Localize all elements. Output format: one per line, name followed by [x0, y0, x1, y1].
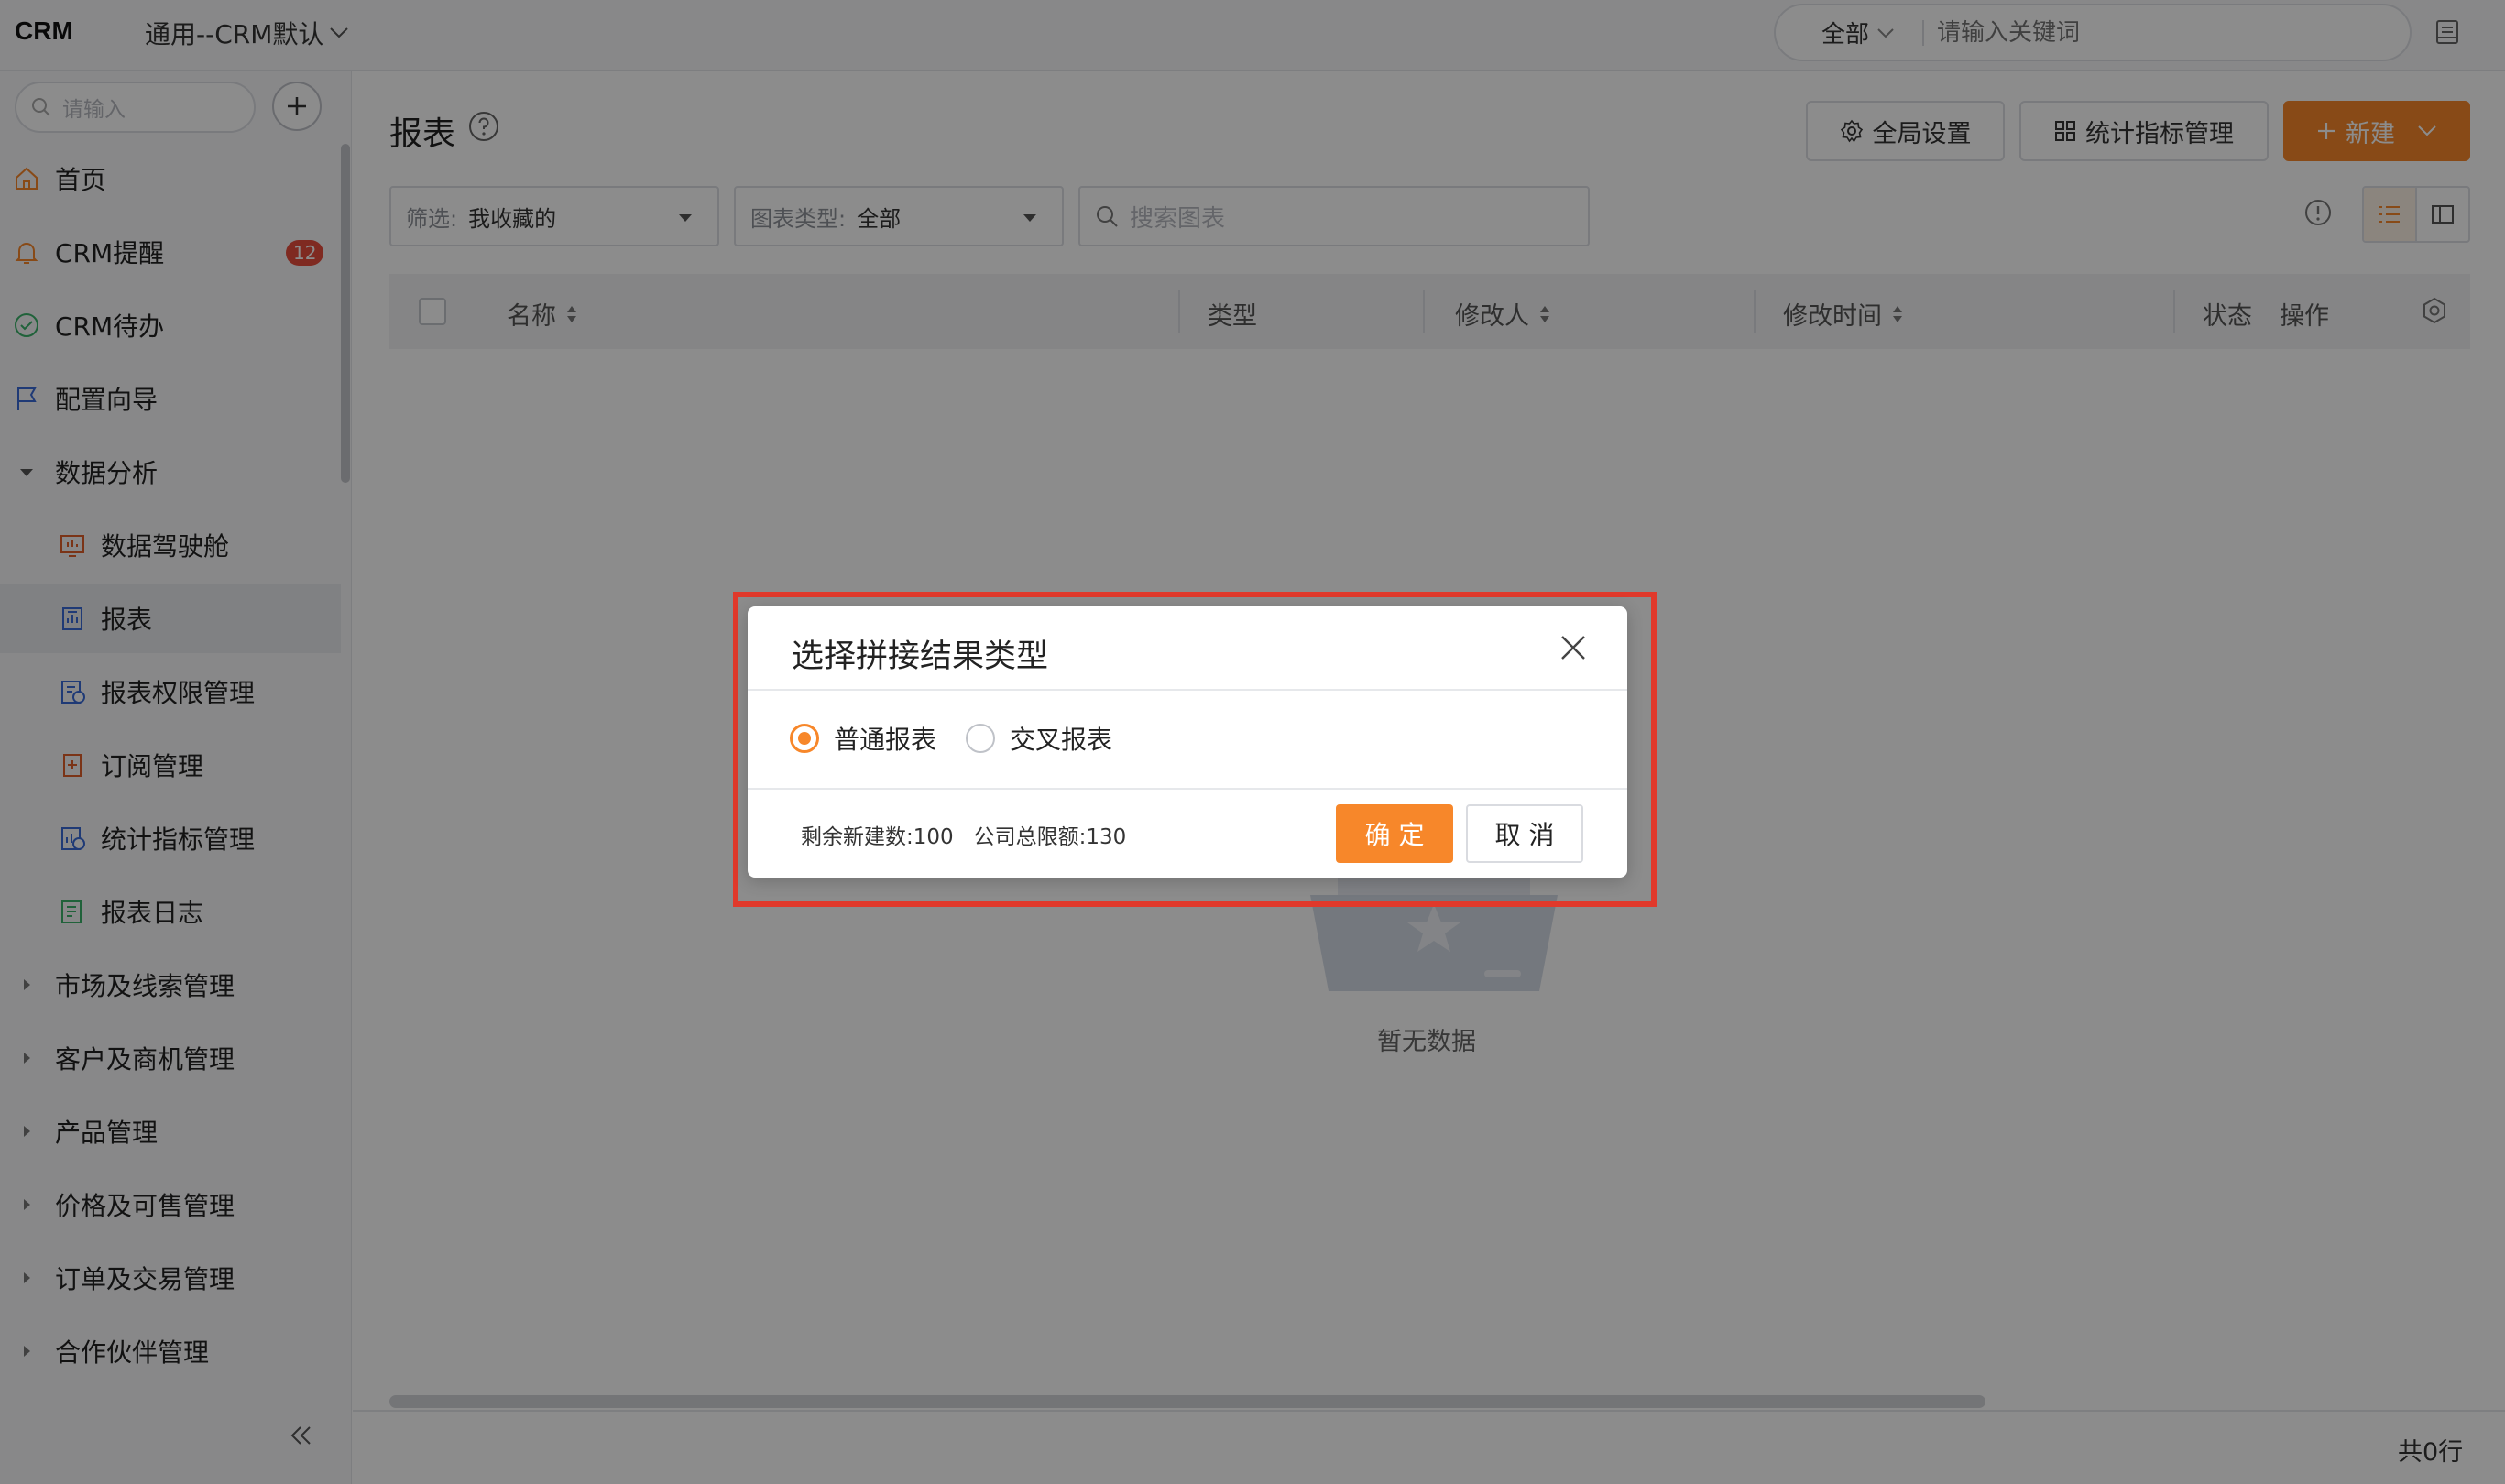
- close-icon[interactable]: [1558, 632, 1589, 663]
- dialog-divider: [748, 788, 1627, 790]
- radio-unselected-icon[interactable]: [966, 724, 995, 753]
- total-quota: 公司总限额:130: [973, 825, 1127, 849]
- radio-label: 交叉报表: [1010, 725, 1113, 755]
- dialog-title: 选择拼接结果类型: [792, 638, 1049, 675]
- confirm-button[interactable]: 确 定: [1336, 804, 1453, 863]
- dialog-divider: [748, 689, 1627, 691]
- radio-selected-icon[interactable]: [790, 724, 819, 753]
- remaining-quota: 剩余新建数:100: [801, 825, 954, 849]
- radio-label: 普通报表: [834, 725, 937, 755]
- result-type-dialog: 选择拼接结果类型 普通报表 交叉报表 剩余新建数:100 公司总限额:130 确…: [748, 606, 1627, 878]
- cross-report-radio[interactable]: 交叉报表: [966, 720, 1112, 757]
- cancel-button[interactable]: 取 消: [1466, 804, 1583, 863]
- quota-info: 剩余新建数:100 公司总限额:130: [801, 819, 1126, 850]
- normal-report-radio[interactable]: 普通报表: [790, 720, 936, 757]
